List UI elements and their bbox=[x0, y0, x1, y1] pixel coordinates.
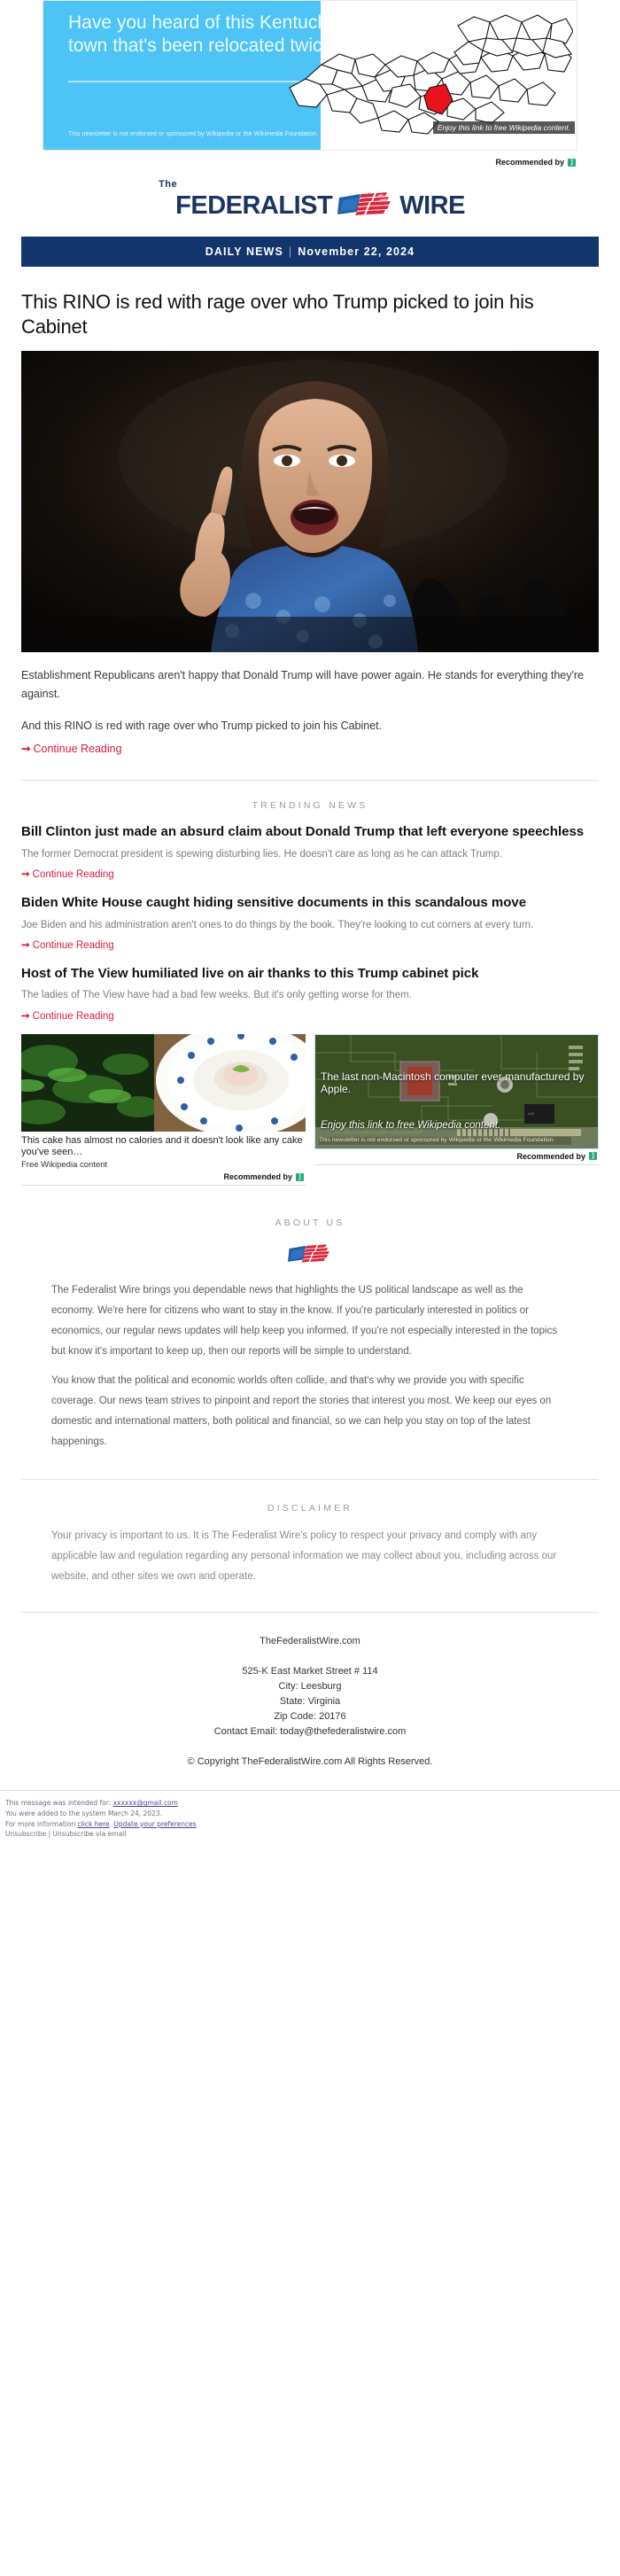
update-preferences-link[interactable]: Update your preferences bbox=[113, 1820, 196, 1828]
bottom-ad-left-source: Free Wikipedia content bbox=[21, 1160, 108, 1171]
site-logo[interactable]: The FEDERALIST WIRE bbox=[0, 168, 620, 233]
email-added-line: You were added to the system March 24, 2… bbox=[5, 1809, 162, 1817]
unsubscribe-via-email-link[interactable]: Unsubscribe via email bbox=[53, 1830, 127, 1838]
arrow-right-icon: ➞ bbox=[21, 869, 30, 880]
trending-story-1: Bill Clinton just made an absurd claim a… bbox=[21, 823, 599, 882]
top-ad-caption: Enjoy this link to free Wikipedia conten… bbox=[432, 121, 575, 134]
outbrain-logo-icon: ] bbox=[296, 1172, 304, 1181]
logo-wire-text: WIRE bbox=[399, 191, 465, 220]
bottom-ad-right-divider bbox=[314, 1163, 599, 1165]
top-ad-banner[interactable]: Have you heard of this Kentucky town tha… bbox=[0, 0, 577, 151]
top-advertisement-region: Have you heard of this Kentucky town tha… bbox=[0, 0, 620, 168]
bottom-ad-right[interactable]: U12 The last non-Macintosh computer ever… bbox=[314, 1033, 599, 1187]
email-intended-address-link[interactable]: xxxxxx@gmail.com bbox=[113, 1799, 178, 1807]
newsletter-page: Have you heard of this Kentucky town tha… bbox=[0, 0, 620, 1848]
bottom-ad-left-divider bbox=[21, 1185, 306, 1187]
trending-story-1-summary: The former Democrat president is spewing… bbox=[21, 848, 502, 860]
email-intended-line: This message was intended for: xxxxxx@gm… bbox=[5, 1798, 615, 1809]
daily-news-label: DAILY NEWS bbox=[205, 245, 283, 258]
outbrain-logo-icon: ] bbox=[589, 1152, 597, 1161]
trending-story-2-summary: Joe Biden and his administration aren't … bbox=[21, 919, 534, 930]
bottom-ad-left-title: This cake has almost no calories and it … bbox=[21, 1134, 303, 1158]
footer-email[interactable]: Contact Email: today@thefederalistwire.c… bbox=[21, 1726, 599, 1737]
trending-news-label: TRENDING NEWS bbox=[252, 800, 368, 812]
lead-story-headline[interactable]: This RINO is red with rage over who Trum… bbox=[21, 290, 599, 339]
datebar-date: November 22, 2024 bbox=[298, 245, 415, 258]
bottom-ad-left[interactable]: This cake has almost no calories and it … bbox=[21, 1033, 306, 1187]
top-ad-attribution: Recommended by ] bbox=[21, 151, 599, 168]
cake-plate-photo bbox=[21, 1033, 306, 1132]
lead-story-cta-label: Continue Reading bbox=[33, 743, 122, 756]
bottom-ad-right-frame[interactable]: U12 The last non-Macintosh computer ever… bbox=[314, 1033, 599, 1149]
footer-site-name[interactable]: TheFederalistWire.com bbox=[21, 1636, 599, 1646]
trending-story-2-continue-reading-link[interactable]: ➞ Continue Reading bbox=[21, 938, 114, 951]
bottom-ad-left-attribution: Recommended by ] bbox=[21, 1170, 306, 1183]
trending-story-1-cta-label: Continue Reading bbox=[32, 869, 114, 880]
logo-the-text: The bbox=[159, 179, 178, 190]
email-intended-prefix: This message was intended for: bbox=[5, 1799, 113, 1808]
trending-story-3-summary: The ladies of The View have had a bad fe… bbox=[21, 990, 412, 1001]
recommended-by-label: Recommended by bbox=[495, 158, 564, 167]
arrow-right-icon: ➞ bbox=[21, 1010, 30, 1022]
footer-city: City: Leesburg bbox=[278, 1681, 342, 1693]
click-here-link[interactable]: click here bbox=[78, 1820, 110, 1828]
unsubscribe-separator: | bbox=[46, 1830, 53, 1839]
about-flag-logo bbox=[21, 1242, 599, 1272]
about-us-label: ABOUT US bbox=[275, 1218, 345, 1229]
footer-street: 525-K East Market Street # 114 bbox=[242, 1666, 378, 1677]
lead-story-paragraph-1: Establishment Republicans aren't happy t… bbox=[21, 669, 584, 700]
arrow-right-icon: ➞ bbox=[21, 939, 30, 951]
lead-story-continue-reading-link[interactable]: ➞ Continue Reading bbox=[21, 742, 122, 755]
email-unsubscribe-line: Unsubscribe | Unsubscribe via email bbox=[5, 1829, 615, 1840]
bottom-ad-right-disclaimer: This newsletter is not endorsed or spons… bbox=[319, 1137, 571, 1145]
trending-story-2: Biden White House caught hiding sensitiv… bbox=[21, 894, 599, 953]
email-more-info-line: For more information click here. Update … bbox=[5, 1819, 615, 1830]
trending-story-2-cta-label: Continue Reading bbox=[32, 939, 114, 951]
arrow-right-icon: ➞ bbox=[21, 743, 31, 756]
trending-story-2-headline[interactable]: Biden White House caught hiding sensitiv… bbox=[21, 894, 599, 912]
kentucky-counties-map-icon bbox=[289, 14, 573, 135]
main-content: This RINO is red with rage over who Trum… bbox=[0, 290, 620, 1767]
american-flag-icon bbox=[288, 1244, 329, 1263]
email-more-prefix: For more information bbox=[5, 1819, 78, 1828]
bottom-ad-right-attribution: Recommended by ] bbox=[314, 1149, 599, 1163]
about-paragraph-2: You know that the political and economic… bbox=[51, 1375, 552, 1448]
trending-story-3-cta-label: Continue Reading bbox=[32, 1010, 114, 1022]
daily-news-date-bar: DAILY NEWS | November 22, 2024 bbox=[21, 237, 599, 267]
kentucky-map-image: Enjoy this link to free Wikipedia conten… bbox=[289, 1, 577, 150]
footer-address-block: 525-K East Market Street # 114 City: Lee… bbox=[21, 1666, 599, 1737]
american-flag-icon bbox=[337, 192, 391, 215]
divider-before-footer bbox=[21, 1612, 599, 1614]
nikki-haley-photo bbox=[21, 351, 599, 653]
footer-zip: Zip Code: 20176 bbox=[274, 1711, 346, 1723]
divider-after-lead bbox=[21, 780, 599, 782]
bottom-ad-row: This cake has almost no calories and it … bbox=[21, 1033, 599, 1187]
trending-story-3-continue-reading-link[interactable]: ➞ Continue Reading bbox=[21, 1009, 114, 1022]
lead-story-image[interactable] bbox=[21, 351, 599, 653]
recommended-by-label: Recommended by bbox=[223, 1172, 292, 1182]
divider-before-disclaimer bbox=[21, 1479, 599, 1481]
trending-story-1-headline[interactable]: Bill Clinton just made an absurd claim a… bbox=[21, 823, 599, 841]
email-system-footer: This message was intended for: xxxxxx@gm… bbox=[0, 1791, 620, 1848]
bottom-ad-right-subtitle: Enjoy this link to free Wikipedia conten… bbox=[321, 1119, 501, 1131]
bottom-ad-right-title: The last non-Macintosh computer ever man… bbox=[321, 1070, 585, 1095]
disclaimer-label: DISCLAIMER bbox=[267, 1503, 353, 1514]
footer-copyright: © Copyright TheFederalistWire.com All Ri… bbox=[187, 1756, 433, 1768]
cake-image bbox=[21, 1033, 306, 1132]
trending-story-3-headline[interactable]: Host of The View humiliated live on air … bbox=[21, 965, 599, 983]
recommended-by-label: Recommended by bbox=[516, 1151, 585, 1161]
about-paragraph-1: The Federalist Wire brings you dependabl… bbox=[51, 1285, 558, 1358]
outbrain-logo-icon: ] bbox=[568, 158, 576, 167]
unsubscribe-link[interactable]: Unsubscribe bbox=[5, 1830, 46, 1838]
trending-story-1-continue-reading-link[interactable]: ➞ Continue Reading bbox=[21, 868, 114, 880]
trending-story-3: Host of The View humiliated live on air … bbox=[21, 965, 599, 1023]
svg-text:U12: U12 bbox=[528, 1111, 535, 1116]
top-ad-inner[interactable]: Have you heard of this Kentucky town tha… bbox=[43, 0, 577, 151]
footer-state: State: Virginia bbox=[279, 1696, 341, 1708]
datebar-separator: | bbox=[288, 245, 293, 258]
disclaimer-text: Your privacy is important to us. It is T… bbox=[51, 1530, 557, 1583]
lead-story-paragraph-2: And this RINO is red with rage over who … bbox=[21, 719, 383, 732]
logo-federalist-text: FEDERALIST bbox=[175, 191, 333, 220]
